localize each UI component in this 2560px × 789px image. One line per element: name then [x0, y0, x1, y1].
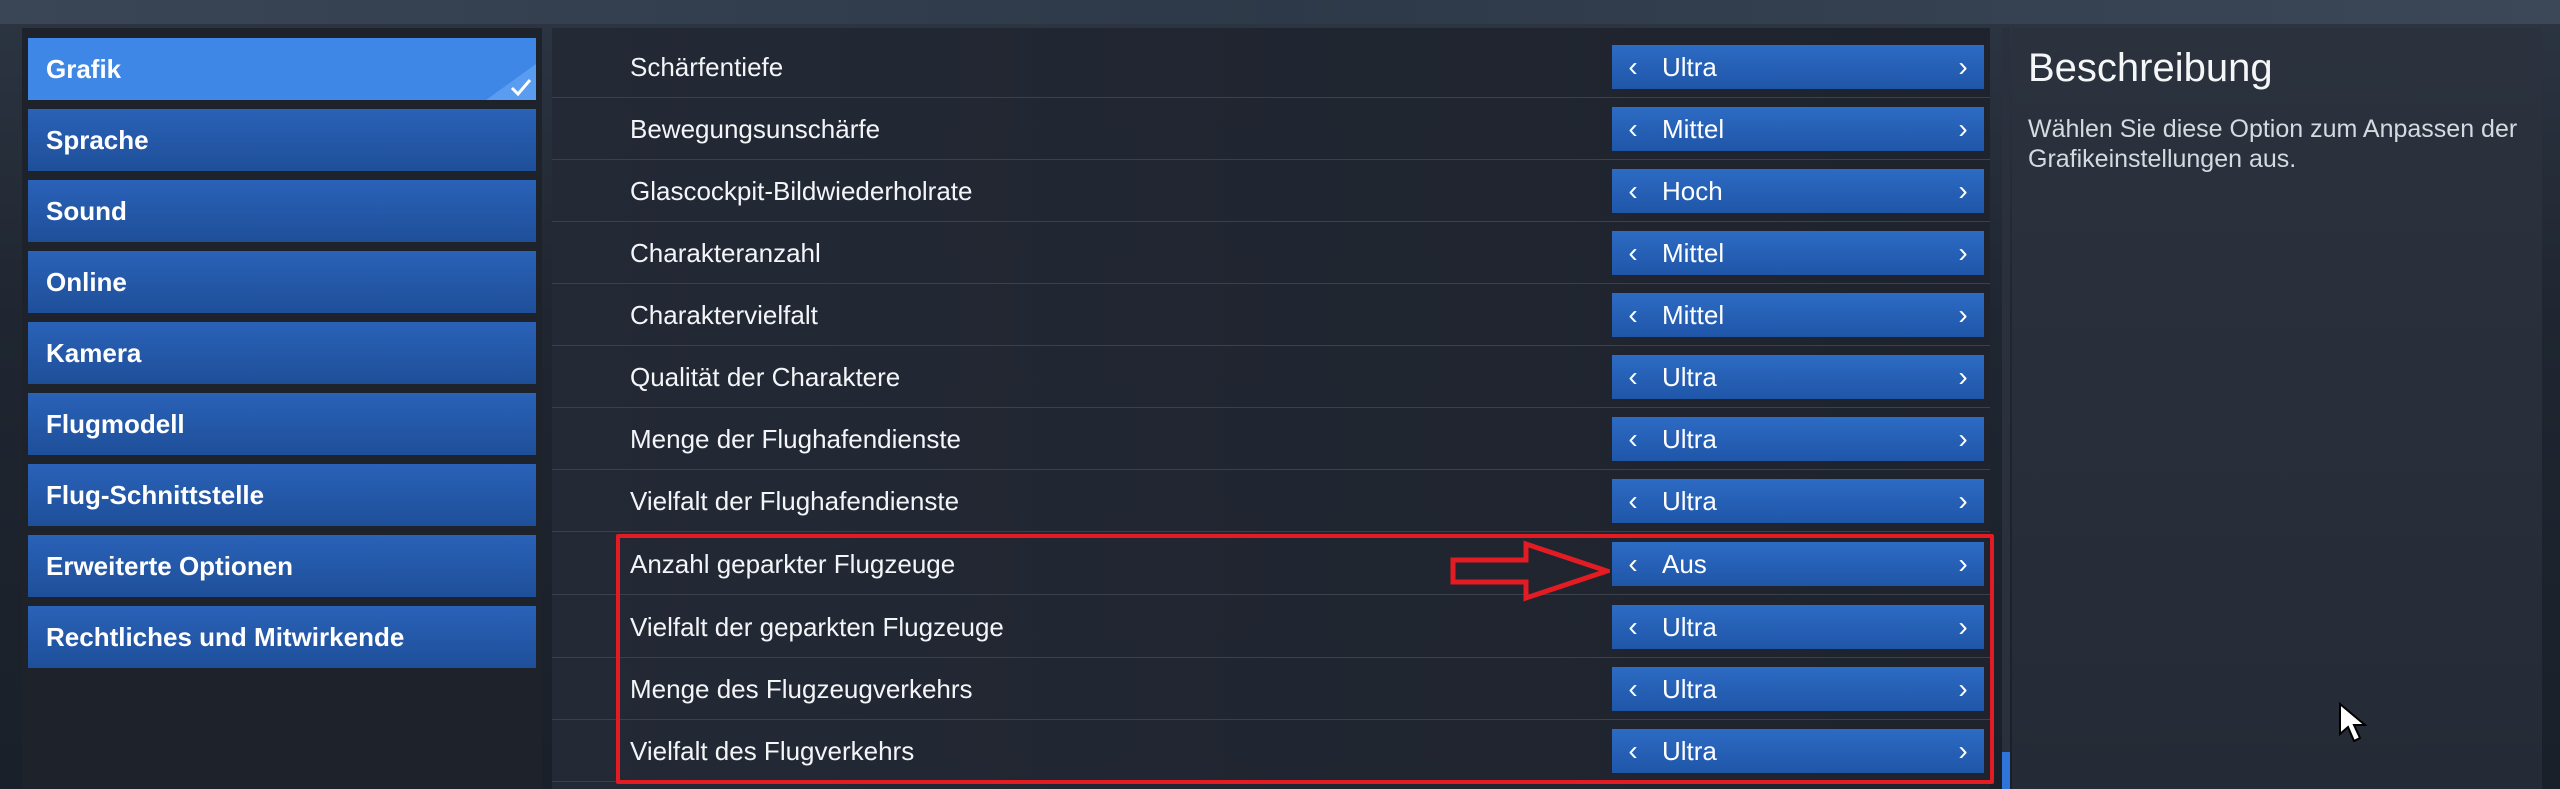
nav-item-label: Erweiterte Optionen [46, 550, 294, 581]
setting-value: Ultra [1662, 361, 1717, 392]
chevron-left-icon[interactable]: ‹ [1612, 107, 1654, 151]
setting-selector: ‹ Ultra › [1612, 355, 1984, 399]
chevron-left-icon[interactable]: ‹ [1612, 169, 1654, 213]
nav-item-label: Rechtliches und Mitwirkende [46, 621, 405, 652]
chevron-right-icon[interactable]: › [1942, 45, 1984, 89]
setting-value: Mittel [1662, 237, 1725, 268]
annotation-highlight-box [616, 534, 1994, 784]
nav-item-label: Online [46, 266, 127, 297]
chevron-right-icon[interactable]: › [1942, 231, 1984, 275]
setting-value: Mittel [1662, 299, 1725, 330]
setting-label: Schärfentiefe [630, 51, 784, 82]
setting-selector: ‹ Ultra › [1612, 45, 1984, 89]
setting-label: Glascockpit-Bildwiederholrate [630, 175, 973, 206]
description-title: Beschreibung [2028, 46, 2273, 90]
nav-item-label: Kamera [46, 337, 142, 368]
scrollbar-track[interactable] [2002, 28, 2010, 789]
setting-selector: ‹ Hoch › [1612, 169, 1984, 213]
nav-item-grafik[interactable]: Grafik [28, 38, 536, 100]
setting-label: Bewegungsunschärfe [630, 113, 881, 144]
chevron-right-icon[interactable]: › [1942, 293, 1984, 337]
setting-selector: ‹ Ultra › [1612, 479, 1984, 523]
setting-selector: ‹ Mittel › [1612, 107, 1984, 151]
setting-value: Ultra [1662, 51, 1717, 82]
chevron-left-icon[interactable]: ‹ [1612, 293, 1654, 337]
chevron-left-icon[interactable]: ‹ [1612, 417, 1654, 461]
nav-item-flug-schnittstelle[interactable]: Flug-Schnittstelle [28, 464, 536, 526]
setting-selector: ‹ Mittel › [1612, 231, 1984, 275]
mouse-cursor-icon [2339, 702, 2368, 743]
chevron-right-icon[interactable]: › [1942, 417, 1984, 461]
description-text: Wählen Sie diese Option zum Anpassen der… [2028, 115, 2518, 173]
chevron-left-icon[interactable]: ‹ [1612, 231, 1654, 275]
setting-label: Vielfalt der Flughafendienste [630, 485, 960, 516]
nav-item-kamera[interactable]: Kamera [28, 322, 536, 384]
chevron-left-icon[interactable]: ‹ [1612, 479, 1654, 523]
nav-item-sound[interactable]: Sound [28, 180, 536, 242]
nav-item-label: Sound [46, 195, 127, 226]
top-bar [0, 0, 2560, 24]
setting-value: Hoch [1662, 175, 1723, 206]
nav-item-flugmodell[interactable]: Flugmodell [28, 393, 536, 455]
nav-item-label: Flug-Schnittstelle [46, 479, 265, 510]
chevron-right-icon[interactable]: › [1942, 355, 1984, 399]
checkmark-icon [486, 64, 536, 100]
setting-value: Ultra [1662, 423, 1717, 454]
chevron-right-icon[interactable]: › [1942, 107, 1984, 151]
chevron-left-icon[interactable]: ‹ [1612, 45, 1654, 89]
setting-value: Mittel [1662, 113, 1725, 144]
nav-item-erweiterte-optionen[interactable]: Erweiterte Optionen [28, 535, 536, 597]
setting-selector: ‹ Ultra › [1612, 417, 1984, 461]
setting-label: Charakteranzahl [630, 237, 821, 268]
scrollbar-thumb[interactable] [2002, 752, 2010, 789]
chevron-left-icon[interactable]: ‹ [1612, 355, 1654, 399]
nav-item-online[interactable]: Online [28, 251, 536, 313]
setting-label: Charaktervielfalt [630, 299, 818, 330]
chevron-right-icon[interactable]: › [1942, 479, 1984, 523]
setting-value: Ultra [1662, 485, 1717, 516]
red-arrow-icon [1450, 540, 1610, 602]
setting-selector: ‹ Mittel › [1612, 293, 1984, 337]
nav-item-label: Grafik [46, 53, 122, 84]
nav-item-label: Flugmodell [46, 408, 185, 439]
nav-item-label: Sprache [46, 124, 149, 155]
nav-item-sprache[interactable]: Sprache [28, 109, 536, 171]
nav-item-rechtliches[interactable]: Rechtliches und Mitwirkende [28, 606, 536, 668]
setting-label: Qualität der Charaktere [630, 361, 901, 392]
setting-label: Menge der Flughafendienste [630, 423, 962, 454]
chevron-right-icon[interactable]: › [1942, 169, 1984, 213]
